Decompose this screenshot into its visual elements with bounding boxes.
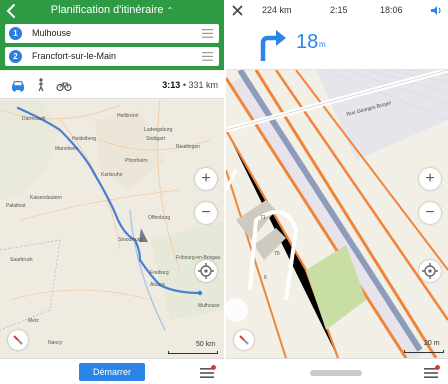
origin-field[interactable]: 1 Mulhouse [5, 24, 219, 43]
compass-button[interactable] [8, 330, 28, 350]
speaker-icon[interactable] [430, 5, 442, 16]
car-icon[interactable] [10, 78, 26, 92]
trip-summary: 3:13 • 331 km [162, 80, 218, 90]
zoom-out-button[interactable]: − [419, 202, 441, 224]
distance-to-turn: 18 [296, 31, 319, 53]
page-title-text: Planification d'itinéraire [50, 4, 164, 16]
pedestrian-icon[interactable] [33, 78, 49, 92]
drag-handle-icon[interactable] [202, 52, 213, 61]
city-label: Kaiserslautern [30, 195, 62, 201]
destination-value: Francfort-sur-le-Main [32, 51, 117, 61]
navigation-map-graphics [226, 70, 448, 358]
route-planning-footer: Démarrer [0, 358, 224, 384]
remaining-distance: 224 km [262, 5, 292, 15]
navigation-map[interactable]: Rue Georges Burger 71 70 6 + − 20 m [226, 70, 448, 358]
city-label: Heidelberg [72, 136, 97, 142]
city-label: Heilbronn [117, 113, 139, 119]
origin-value: Mulhouse [32, 28, 72, 38]
zoom-out-button[interactable]: − [195, 202, 217, 224]
trip-duration: 3:13 [162, 80, 181, 90]
building-number: 6 [264, 275, 267, 281]
city-label: Alsace [150, 282, 166, 288]
map-scale-bar [168, 351, 218, 354]
start-navigation-button[interactable]: Démarrer [79, 363, 145, 381]
destination-number-badge: 2 [9, 50, 22, 63]
city-label: Freiburg [150, 270, 169, 276]
route-planning-header: Planification d'itinéraire ⌃ 1 Mulhouse 2… [0, 0, 224, 70]
current-street-placeholder [310, 370, 362, 376]
city-label: Strasbourg [118, 237, 143, 243]
navigation-footer [226, 358, 448, 384]
crosshair-icon [198, 263, 214, 279]
trip-distance: 331 km [188, 80, 218, 90]
title-bar: Planification d'itinéraire ⌃ [0, 0, 224, 22]
city-label: Darmstadt [22, 116, 46, 122]
notification-badge [435, 365, 440, 370]
navigation-status-bar: 224 km 2:15 18:06 [226, 0, 448, 22]
summary-separator: • [182, 80, 186, 90]
route-planning-screen: Planification d'itinéraire ⌃ 1 Mulhouse 2… [0, 0, 224, 384]
compass-button[interactable] [234, 330, 254, 350]
map-scale-bar [404, 350, 444, 353]
city-label: Palatinat [6, 203, 26, 209]
compass-needle-icon [239, 335, 249, 345]
city-label: Saarbruck [10, 257, 33, 263]
arrival-time: 18:06 [380, 5, 403, 15]
page-title[interactable]: Planification d'itinéraire ⌃ [0, 4, 224, 16]
origin-number-badge: 1 [9, 27, 22, 40]
city-label: Nancy [48, 340, 63, 346]
compass-needle-icon [13, 335, 23, 345]
navigation-screen: 224 km 2:15 18:06 18 m Rue Georges Burge… [226, 0, 448, 384]
city-label: Reutlingen [176, 144, 200, 150]
city-label: Mulhouse [198, 303, 220, 309]
map-scale-label: 50 km [196, 341, 216, 348]
turn-instruction-panel: 18 m [226, 22, 448, 70]
drag-handle-icon[interactable] [202, 29, 213, 38]
overview-map[interactable]: Darmstadt Mannheim Heidelberg Heilbronn … [0, 100, 224, 358]
city-label: Pforzheim [125, 158, 148, 164]
city-label: Ludwigsburg [144, 127, 173, 133]
turn-right-arrow-icon [260, 30, 286, 61]
bicycle-icon[interactable] [56, 78, 72, 92]
map-scale-label: 20 m [424, 340, 440, 347]
building-number: 71 [260, 215, 266, 221]
locate-me-button[interactable] [195, 260, 217, 282]
distance-to-turn-unit: m [319, 40, 326, 49]
crosshair-icon [422, 263, 438, 279]
city-label: Mannheim [55, 146, 79, 152]
city-label: Metz [28, 318, 39, 324]
building-number: 70 [274, 251, 280, 257]
city-label: Karlsruhe [101, 172, 123, 178]
city-label: Stuttgart [146, 136, 165, 142]
zoom-in-button[interactable]: + [419, 168, 441, 190]
city-label: Offenburg [148, 215, 171, 221]
zoom-in-button[interactable]: + [195, 168, 217, 190]
transport-mode-bar: 3:13 • 331 km [0, 71, 224, 99]
locate-me-button[interactable] [419, 260, 441, 282]
destination-field[interactable]: 2 Francfort-sur-le-Main [5, 47, 219, 66]
close-icon[interactable] [232, 5, 243, 16]
remaining-time: 2:15 [330, 5, 348, 15]
chevron-up-icon: ⌃ [166, 6, 174, 15]
notification-badge [211, 365, 216, 370]
